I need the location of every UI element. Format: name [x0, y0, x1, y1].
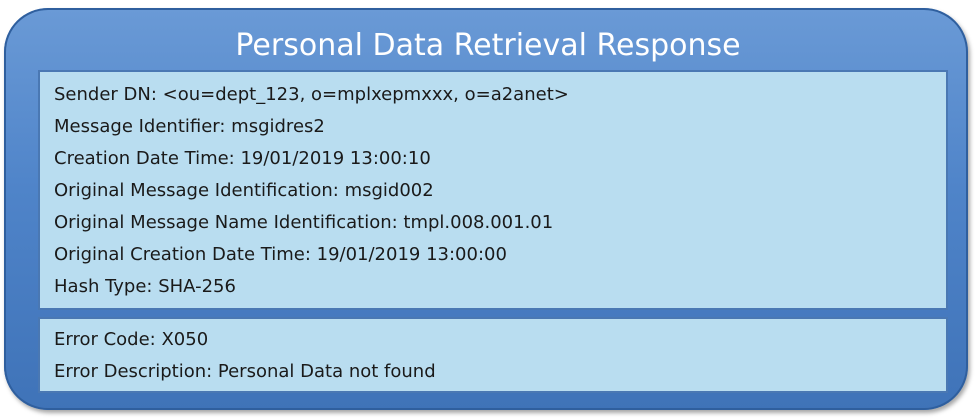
- creation-date-time-line: Creation Date Time: 19/01/2019 13:00:10: [54, 148, 431, 169]
- error-code-line: Error Code: X050: [54, 329, 209, 350]
- hash-type-line: Hash Type: SHA-256: [54, 276, 236, 297]
- message-info-panel: Sender DN: <ou=dept_123, o=mplxepmxxx, o…: [38, 70, 948, 310]
- sender-dn-line: Sender DN: <ou=dept_123, o=mplxepmxxx, o…: [54, 84, 569, 105]
- original-message-identification-line: Original Message Identification: msgid00…: [54, 180, 434, 201]
- original-message-name-identification-line: Original Message Name Identification: tm…: [54, 212, 554, 233]
- message-identifier-line: Message Identifier: msgidres2: [54, 116, 325, 137]
- response-title: Personal Data Retrieval Response: [235, 28, 741, 63]
- error-description-line: Error Description: Personal Data not fou…: [54, 361, 436, 382]
- error-panel: Error Code: X050 Error Description: Pers…: [38, 317, 948, 393]
- original-creation-date-time-line: Original Creation Date Time: 19/01/2019 …: [54, 244, 507, 265]
